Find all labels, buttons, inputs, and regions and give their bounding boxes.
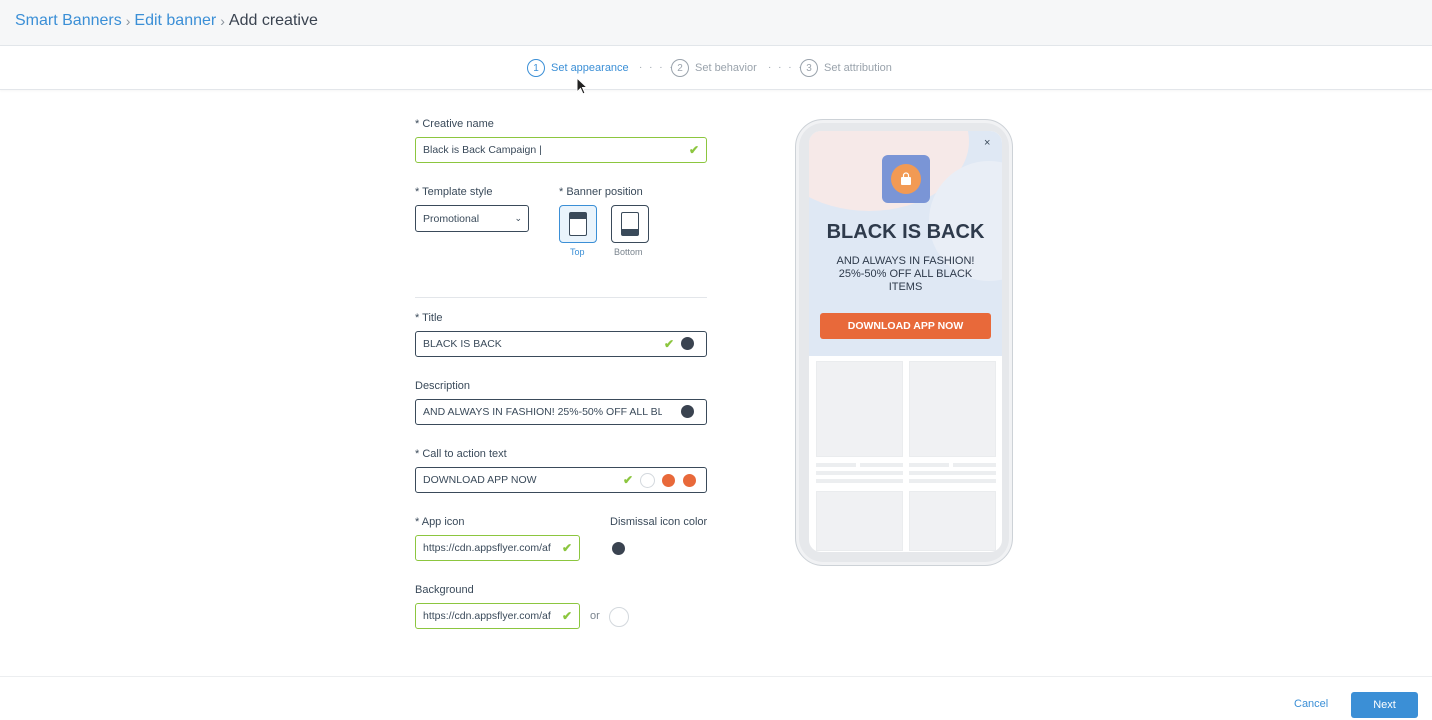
position-bottom-label: Bottom (614, 247, 643, 257)
step-number: 2 (671, 59, 689, 77)
app-icon-label: * App icon (415, 516, 465, 528)
creative-name-label: * Creative name (415, 118, 494, 130)
breadcrumb-smart-banners[interactable]: Smart Banners (15, 12, 122, 30)
position-top-button[interactable] (559, 205, 597, 243)
check-icon: ✔ (689, 143, 700, 157)
banner-position-label: * Banner position (559, 186, 643, 198)
app-icon-preview (882, 155, 930, 203)
page-title: Add creative (228, 12, 318, 29)
step-separator: · · · · (768, 62, 804, 73)
step-set-attribution[interactable]: 3 Set attribution (800, 59, 892, 77)
banner-description-preview: AND ALWAYS IN FASHION! 25%-50% OFF ALL B… (836, 255, 975, 293)
template-style-value: Promotional (423, 212, 480, 225)
shopping-bag-icon (891, 164, 921, 194)
placeholder-card (816, 491, 903, 551)
check-icon: ✔ (664, 337, 675, 351)
cta-value: DOWNLOAD APP NOW (423, 474, 537, 486)
step-set-behavior[interactable]: 2 Set behavior (671, 59, 757, 77)
background-input[interactable]: https://cdn.appsflyer.com/af (415, 603, 580, 629)
cta-text-color-swatch[interactable] (640, 473, 655, 488)
creative-name-input[interactable]: Black is Back Campaign | (415, 137, 707, 163)
step-label: Set appearance (551, 62, 629, 74)
background-label: Background (415, 584, 474, 596)
banner-title-preview: BLACK IS BACK (826, 221, 985, 243)
breadcrumb-edit-banner[interactable]: Edit banner (134, 12, 216, 30)
description-color-swatch[interactable] (681, 405, 694, 418)
app-icon-input[interactable]: https://cdn.appsflyer.com/af (415, 535, 580, 561)
background-value: https://cdn.appsflyer.com/af (423, 610, 551, 622)
cta-border-color-swatch[interactable] (683, 474, 696, 487)
app-icon-value: https://cdn.appsflyer.com/af (423, 542, 551, 554)
placeholder-line (860, 463, 903, 467)
footer (0, 676, 1432, 720)
position-bottom-button[interactable] (611, 205, 649, 243)
cta-label: * Call to action text (415, 448, 507, 460)
cancel-button[interactable]: Cancel (1294, 698, 1328, 710)
next-button[interactable]: Next (1351, 692, 1418, 718)
step-number: 1 (527, 59, 545, 77)
placeholder-card (909, 491, 996, 551)
placeholder-card (816, 361, 903, 457)
breadcrumb-separator: › (220, 13, 225, 29)
placeholder-line (953, 463, 996, 467)
description-label: Description (415, 380, 471, 392)
cta-button-color-swatch[interactable] (662, 474, 675, 487)
dismissal-color-swatch[interactable] (612, 542, 625, 555)
step-number: 3 (800, 59, 818, 77)
placeholder-card (909, 361, 996, 457)
position-top-label: Top (570, 247, 585, 257)
placeholder-line (909, 471, 996, 475)
placeholder-line (816, 471, 903, 475)
check-icon: ✔ (623, 473, 634, 487)
description-value: AND ALWAYS IN FASHION! 25%-50% OFF ALL B… (423, 406, 662, 418)
top-bar: Smart Banners › Edit banner › Add creati… (0, 0, 1432, 46)
breadcrumb-separator: › (125, 13, 131, 29)
mouse-cursor-icon (576, 77, 588, 95)
step-separator: · · · · (639, 62, 675, 73)
breadcrumb: Smart Banners › Edit banner › Add creati… (15, 12, 318, 30)
title-value: BLACK IS BACK (423, 338, 502, 350)
background-color-swatch[interactable] (609, 607, 629, 627)
chevron-down-icon: ⌄ (514, 213, 522, 223)
phone-screen: × BLACK IS BACK AND ALWAYS IN FASHION! 2… (809, 131, 1002, 552)
placeholder-line (816, 479, 903, 483)
check-icon: ✔ (562, 609, 573, 623)
title-label: * Title (415, 312, 443, 324)
step-label: Set attribution (824, 62, 892, 74)
title-color-swatch[interactable] (681, 337, 694, 350)
creative-name-value: Black is Back Campaign | (423, 144, 542, 156)
step-label: Set behavior (695, 62, 757, 74)
position-top-icon (569, 212, 587, 236)
position-bottom-icon (621, 212, 639, 236)
template-style-select[interactable]: Promotional ⌄ (415, 205, 529, 232)
placeholder-line (909, 479, 996, 483)
placeholder-line (816, 463, 856, 467)
close-icon[interactable]: × (984, 137, 990, 149)
template-style-label: * Template style (415, 186, 493, 198)
banner-preview: × BLACK IS BACK AND ALWAYS IN FASHION! 2… (809, 131, 1002, 356)
description-input[interactable]: AND ALWAYS IN FASHION! 25%-50% OFF ALL B… (415, 399, 707, 425)
step-set-appearance[interactable]: 1 Set appearance (527, 59, 629, 77)
check-icon: ✔ (562, 541, 573, 555)
placeholder-line (909, 463, 949, 467)
section-divider (415, 297, 707, 298)
banner-cta-preview[interactable]: DOWNLOAD APP NOW (820, 313, 991, 339)
or-text: or (590, 610, 600, 622)
stepper: 1 Set appearance · · · · 2 Set behavior … (0, 46, 1432, 90)
dismissal-icon-color-label: Dismissal icon color (610, 516, 708, 528)
